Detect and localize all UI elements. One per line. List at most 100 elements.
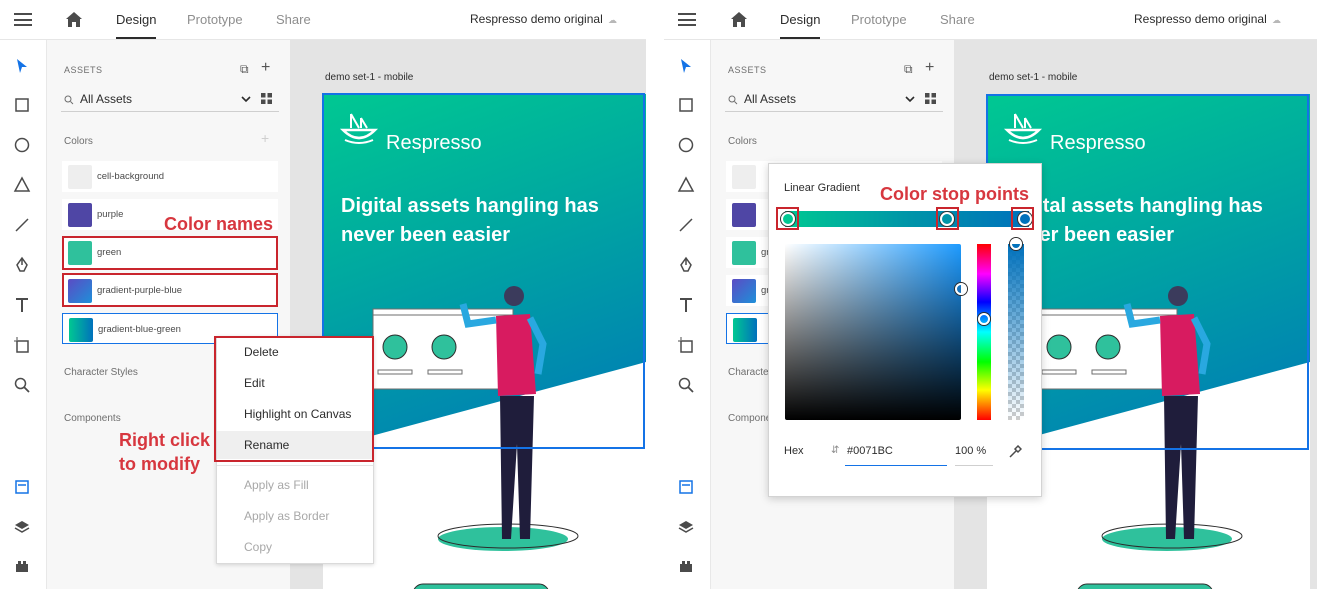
library-icon[interactable]: ⧉: [904, 62, 913, 77]
color-swatch: [732, 279, 756, 303]
mode-toggle-icon[interactable]: ⇵: [831, 445, 839, 456]
menu-icon[interactable]: [678, 13, 696, 26]
respresso-logo-icon: [1003, 113, 1043, 144]
grid-view-icon[interactable]: [261, 93, 272, 104]
ellipse-tool-icon[interactable]: [677, 136, 695, 154]
cta-button-shape: [1077, 583, 1213, 589]
color-name: cell-background: [97, 171, 165, 182]
colors-section-label: Colors: [728, 136, 757, 147]
highlight-box-green: [62, 236, 278, 270]
home-icon[interactable]: [65, 11, 83, 28]
hex-input-underline: [845, 465, 947, 466]
cloud-sync-icon: ☁: [1272, 15, 1281, 25]
document-title[interactable]: Respresso demo original: [470, 12, 603, 26]
tab-design[interactable]: Design: [780, 12, 820, 27]
chevron-down-icon[interactable]: [905, 96, 915, 103]
document-title[interactable]: Respresso demo original: [1134, 12, 1267, 26]
rectangle-tool-icon[interactable]: [13, 96, 31, 114]
left-screenshot: Design Prototype Share Respresso demo or…: [0, 0, 646, 589]
hex-input[interactable]: #0071BC: [847, 445, 893, 457]
filter-label: All Assets: [80, 92, 133, 106]
filter-label: All Assets: [744, 92, 797, 106]
library-icon[interactable]: ⧉: [240, 62, 249, 77]
gradient-color-picker: Linear Gradient Hex ⇵ #0071BC 100 %: [768, 163, 1042, 497]
screenshot-divider: [646, 0, 664, 589]
chevron-down-icon[interactable]: [241, 96, 251, 103]
plugins-icon[interactable]: [13, 557, 31, 575]
color-item-cell-background[interactable]: cell-background: [62, 161, 278, 192]
layers-icon[interactable]: [677, 518, 695, 536]
menu-item-apply-as-border: Apply as Border: [244, 509, 330, 523]
zoom-tool-icon[interactable]: [13, 376, 31, 394]
polygon-tool-icon[interactable]: [13, 176, 31, 194]
highlight-box-stop-start: [776, 207, 799, 230]
menu-item-apply-as-fill: Apply as Fill: [244, 478, 309, 492]
gradient-type-label[interactable]: Linear Gradient: [784, 182, 860, 194]
polygon-tool-icon[interactable]: [677, 176, 695, 194]
opacity-slider[interactable]: [1008, 244, 1024, 420]
pen-tool-icon[interactable]: [677, 256, 695, 274]
components-label: Compone: [728, 413, 772, 424]
color-name: purple: [97, 209, 124, 220]
artboard-label[interactable]: demo set-1 - mobile: [325, 72, 413, 83]
layers-icon[interactable]: [13, 518, 31, 536]
artboard-tool-icon[interactable]: [677, 336, 695, 354]
brand-name: Respresso: [386, 132, 482, 154]
color-swatch: [69, 318, 93, 342]
menu-item-copy: Copy: [244, 540, 273, 554]
opacity-knob[interactable]: [1010, 238, 1022, 250]
select-tool-icon[interactable]: [13, 57, 31, 75]
highlight-box-gradient-purple-blue: [62, 273, 278, 307]
menu-icon[interactable]: [14, 13, 32, 26]
zoom-tool-icon[interactable]: [677, 376, 695, 394]
ellipse-tool-icon[interactable]: [13, 136, 31, 154]
text-tool-icon[interactable]: [13, 296, 31, 314]
tab-prototype[interactable]: Prototype: [187, 12, 243, 27]
add-asset-icon[interactable]: +: [261, 59, 270, 77]
add-color-icon[interactable]: +: [261, 130, 269, 146]
assets-header: ASSETS: [728, 65, 767, 75]
gradient-bar[interactable]: [785, 211, 1029, 227]
artboard-label[interactable]: demo set-1 - mobile: [989, 72, 1077, 83]
saturation-knob[interactable]: [955, 283, 967, 295]
assets-filter[interactable]: All Assets: [725, 88, 943, 112]
assets-filter[interactable]: All Assets: [61, 88, 279, 112]
color-swatch: [68, 165, 92, 189]
add-asset-icon[interactable]: +: [925, 59, 934, 77]
person-illustration: [1036, 286, 1243, 551]
brand-name: Respresso: [1050, 132, 1146, 154]
opacity-input[interactable]: 100 %: [955, 445, 986, 457]
line-tool-icon[interactable]: [13, 216, 31, 234]
right-screenshot: Design Prototype Share Respresso demo or…: [664, 0, 1317, 589]
grid-view-icon[interactable]: [925, 93, 936, 104]
hue-slider[interactable]: [977, 244, 991, 420]
pen-tool-icon[interactable]: [13, 256, 31, 274]
assets-panel-icon[interactable]: [13, 478, 31, 496]
home-icon[interactable]: [730, 11, 748, 28]
menu-divider: [217, 465, 373, 466]
person-illustration: [372, 286, 579, 551]
plugins-icon[interactable]: [677, 557, 695, 575]
saturation-field[interactable]: [785, 244, 961, 420]
color-swatch: [68, 203, 92, 227]
rectangle-tool-icon[interactable]: [677, 96, 695, 114]
artboard-tool-icon[interactable]: [13, 336, 31, 354]
assets-panel-icon[interactable]: [677, 478, 695, 496]
hero-headline: Digital assets hangling has never been e…: [1005, 195, 1263, 246]
text-tool-icon[interactable]: [677, 296, 695, 314]
color-name: gradient-blue-green: [98, 324, 181, 335]
select-tool-icon[interactable]: [677, 57, 695, 75]
hex-label: Hex: [784, 445, 804, 457]
character-styles-label: Characte: [728, 367, 769, 378]
tab-share[interactable]: Share: [940, 12, 975, 27]
tab-share[interactable]: Share: [276, 12, 311, 27]
color-swatch: [732, 241, 756, 265]
tab-prototype[interactable]: Prototype: [851, 12, 907, 27]
line-tool-icon[interactable]: [677, 216, 695, 234]
tab-design[interactable]: Design: [116, 12, 156, 27]
top-bar: Design Prototype Share Respresso demo or…: [0, 0, 646, 40]
color-swatch: [732, 165, 756, 189]
hue-knob[interactable]: [978, 313, 990, 325]
eyedropper-icon[interactable]: [1008, 445, 1022, 459]
character-styles-label: Character Styles: [64, 367, 138, 378]
